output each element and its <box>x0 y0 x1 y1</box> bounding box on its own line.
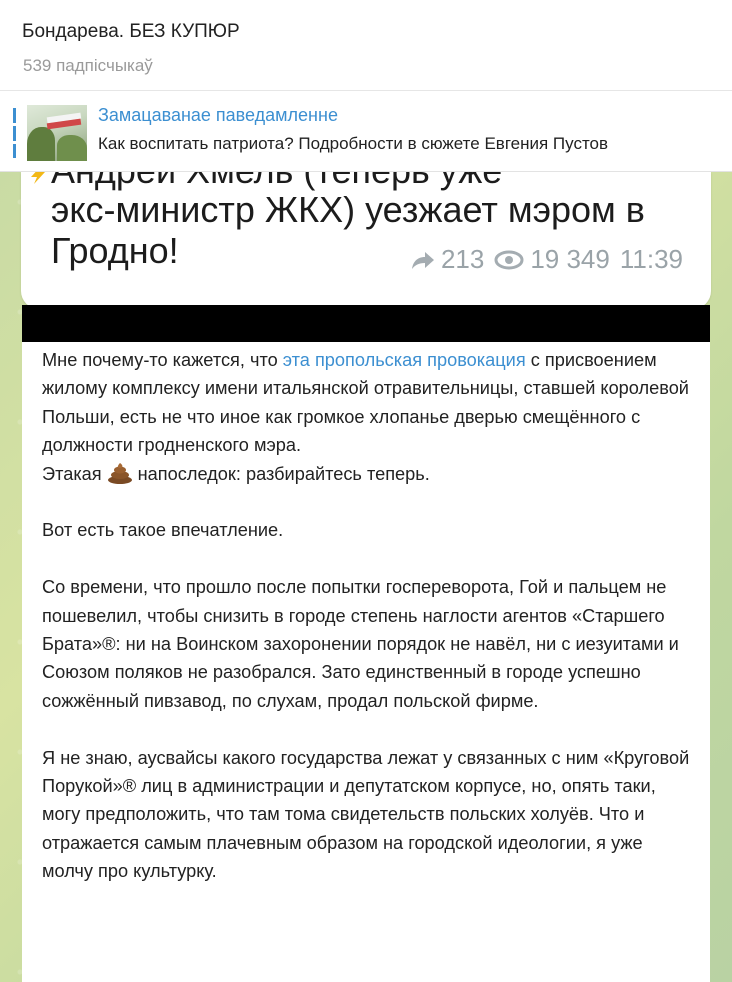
paragraph: Со времени, что прошло после попытки гос… <box>42 577 679 711</box>
photo-meta: 213 19 349 11:39 <box>411 244 683 275</box>
photo-text-line: экс-министр ЖКХ) уезжает мэром в <box>51 189 645 230</box>
channel-title: Бондарева. БЕЗ КУПЮР <box>22 21 240 42</box>
pinned-message-bar[interactable]: Замацаванае паведамленне Как воспитать п… <box>0 91 732 172</box>
message-link[interactable]: эта пропольская провокация <box>283 350 526 370</box>
chat-area: Андрей Хмель (теперь уже экс-министр ЖКХ… <box>0 172 732 982</box>
post-time: 11:39 <box>619 244 683 274</box>
photo-bottom-band <box>22 305 710 342</box>
pinned-indicator <box>13 108 16 158</box>
photo-post[interactable]: Андрей Хмель (теперь уже экс-министр ЖКХ… <box>21 172 711 309</box>
paragraph: Вот есть такое впечатление. <box>42 520 284 541</box>
paragraph: Мне почему-то кажется, что эта пропольск… <box>42 346 692 460</box>
pinned-label: Замацаванае паведамленне <box>98 105 338 125</box>
pinned-preview-text: Как воспитать патриота? Подробности в сю… <box>98 134 609 153</box>
lightning-icon <box>31 172 45 184</box>
channel-header[interactable]: Бондарева. БЕЗ КУПЮР 539 падпісчыкаў <box>0 0 732 91</box>
photo-text-line: Гродно! <box>51 230 179 271</box>
paragraph: Этакая напоследок: разбирайтесь теперь. <box>42 460 692 488</box>
view-count: 19 349 <box>530 244 610 274</box>
forward-arrow-icon <box>411 251 434 269</box>
text-span: Мне почему-то кажется, что <box>42 350 283 370</box>
subscriber-count: 539 падпісчыкаў <box>23 56 153 75</box>
forward-count: 213 <box>440 244 485 274</box>
paragraph: Я не знаю, аусвайсы какого государства л… <box>42 747 690 882</box>
message-text: Мне почему-то кажется, что эта пропольск… <box>42 346 692 886</box>
message-bubble[interactable]: Мне почему-то кажется, что эта пропольск… <box>22 342 710 982</box>
pile-of-poo-emoji <box>107 462 132 484</box>
eye-icon <box>494 250 524 269</box>
text-span: Этакая <box>42 463 102 484</box>
text-span: напоследок: разбирайтесь теперь. <box>137 463 430 484</box>
pinned-thumbnail <box>27 105 87 161</box>
